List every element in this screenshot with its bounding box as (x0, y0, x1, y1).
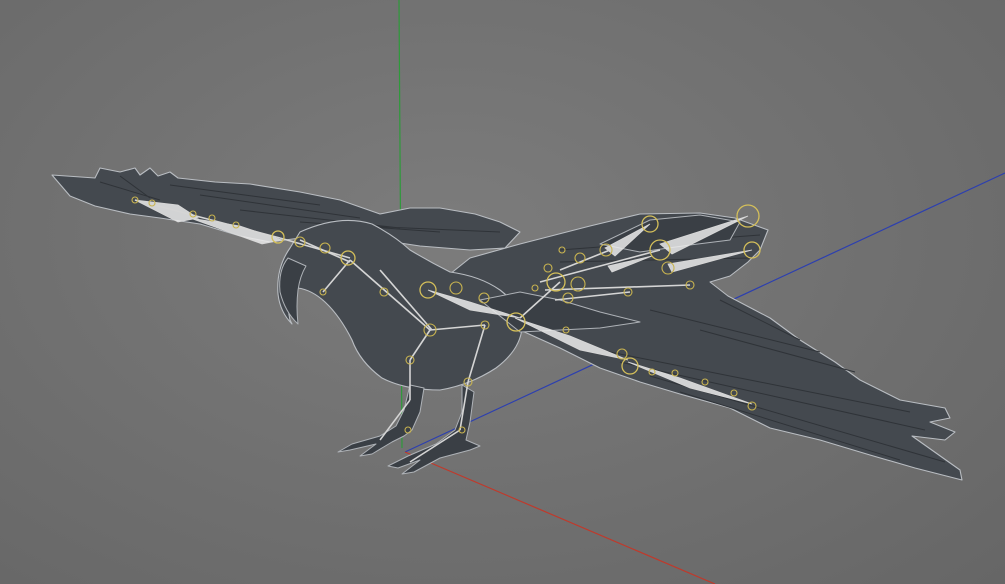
x-axis-red (404, 451, 716, 584)
beak (279, 257, 307, 325)
left-wing-mesh (51, 167, 521, 251)
3d-viewport[interactable] (0, 0, 1005, 584)
viewport-canvas[interactable] (0, 0, 1005, 584)
